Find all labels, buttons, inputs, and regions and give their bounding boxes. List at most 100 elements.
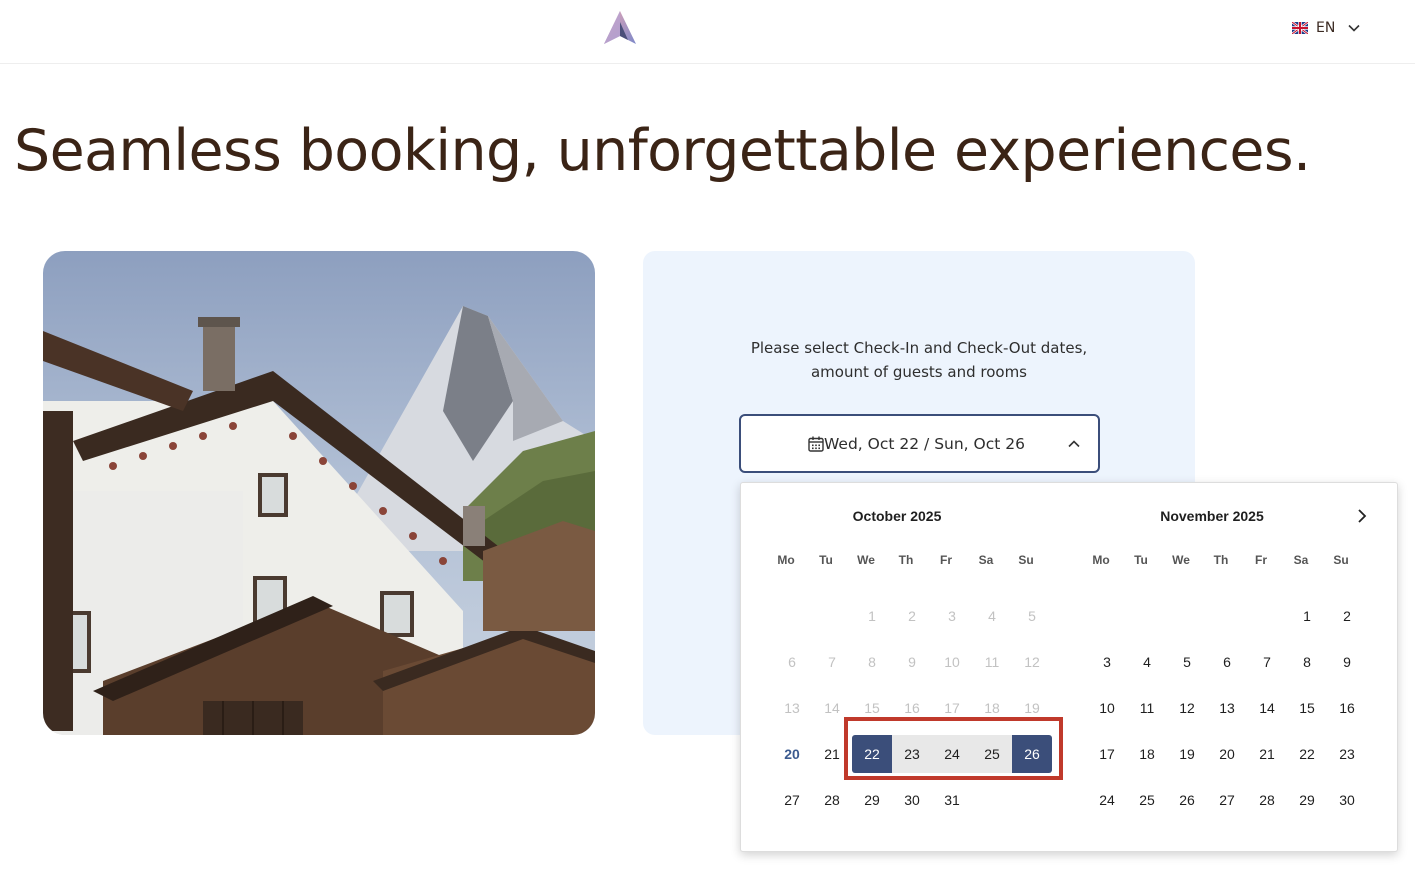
day-cell[interactable]: 4 (1127, 639, 1167, 685)
day-cell: 3 (948, 608, 956, 624)
weekday-label: Mo (1092, 553, 1110, 567)
day-grid: 1 2 3 4 5 6 7 8 9 10 11 12 13 14 15 16 17 18 19 20 21 22 23 24 2… (1087, 593, 1367, 823)
day-cell[interactable]: 17 (1087, 731, 1127, 777)
date-range-field[interactable]: Wed, Oct 22 / Sun, Oct 26 (739, 414, 1100, 473)
day-cell[interactable]: 1 (1287, 593, 1327, 639)
day-cell[interactable]: 28 (1247, 777, 1287, 823)
day-empty (1167, 593, 1207, 639)
day-cell[interactable]: 25 (972, 735, 1012, 773)
month-november: November 2025 Mo Tu We Th Fr Sa Su 1 2 3 4 5 6 7 8 9 10… (1072, 483, 1392, 853)
day-cell[interactable]: 22 (852, 735, 892, 773)
language-selector[interactable]: EN (1292, 18, 1361, 38)
top-header: EN (0, 0, 1415, 64)
day-cell[interactable]: 27 (772, 777, 812, 823)
day-cell[interactable]: 15 (1287, 685, 1327, 731)
next-month-button[interactable] (1351, 505, 1373, 527)
language-label: EN (1316, 20, 1336, 36)
weekday-label: We (1172, 553, 1190, 567)
day-cell[interactable]: 12 (1167, 685, 1207, 731)
weekday-label: Mo (777, 553, 795, 567)
day-cell[interactable]: 19 (1167, 731, 1207, 777)
day-cell: 6 (788, 654, 796, 670)
day-cell[interactable]: 6 (1207, 639, 1247, 685)
day-cell: 10 (944, 654, 960, 670)
weekday-header: Mo Tu We Th Fr Sa Su (1081, 553, 1361, 569)
weekday-label: We (857, 553, 875, 567)
booking-prompt: Please select Check-In and Check-Out dat… (643, 336, 1195, 384)
day-cell[interactable]: 10 (1087, 685, 1127, 731)
weekday-header: Mo Tu We Th Fr Sa Su (766, 553, 1046, 569)
day-empty (1247, 593, 1287, 639)
day-cell[interactable]: 20 (1207, 731, 1247, 777)
day-cell[interactable]: 21 (812, 731, 852, 777)
day-cell: 14 (824, 700, 840, 716)
day-cell[interactable]: 27 (1207, 777, 1247, 823)
day-cell[interactable]: 28 (812, 777, 852, 823)
hero-title: Seamless booking, unforgettable experien… (14, 118, 1311, 184)
booking-prompt-line1: Please select Check-In and Check-Out dat… (750, 339, 1088, 357)
day-cell: 8 (868, 654, 876, 670)
brand-logo-icon[interactable] (602, 10, 638, 46)
day-cell[interactable]: 3 (1087, 639, 1127, 685)
uk-flag-icon (1292, 22, 1308, 34)
day-cell[interactable]: 24 (932, 735, 972, 773)
day-cell[interactable]: 29 (852, 777, 892, 823)
weekday-label: Tu (819, 553, 833, 567)
day-cell: 7 (828, 654, 836, 670)
day-cell[interactable]: 22 (1287, 731, 1327, 777)
day-cell[interactable]: 29 (1287, 777, 1327, 823)
day-cell[interactable]: 8 (1287, 639, 1327, 685)
date-picker-popup: October 2025 Mo Tu We Th Fr Sa Su 1 2 3 4 5 6 7 8 9 10 1… (740, 482, 1398, 852)
weekday-label: Fr (940, 553, 952, 567)
day-cell[interactable]: 23 (1327, 731, 1367, 777)
month-title: October 2025 (852, 508, 942, 524)
day-cell: 13 (784, 700, 800, 716)
calendar-icon (808, 436, 824, 452)
month-october: October 2025 Mo Tu We Th Fr Sa Su 1 2 3 4 5 6 7 8 9 10 1… (757, 483, 1077, 853)
day-cell[interactable]: 24 (1087, 777, 1127, 823)
date-range-value: Wed, Oct 22 / Sun, Oct 26 (824, 434, 1025, 453)
day-cell: 4 (988, 608, 996, 624)
day-cell[interactable]: 5 (1167, 639, 1207, 685)
booking-prompt-line2: amount of guests and rooms (810, 363, 1027, 381)
day-cell: 15 (864, 700, 880, 716)
weekday-label: Su (1018, 553, 1034, 567)
day-empty (1207, 593, 1247, 639)
day-cell: 2 (908, 608, 916, 624)
day-cell[interactable]: 14 (1247, 685, 1287, 731)
chevron-up-icon[interactable] (1067, 437, 1081, 451)
day-cell: 18 (984, 700, 1000, 716)
weekday-label: Sa (1293, 553, 1309, 567)
day-cell[interactable]: 7 (1247, 639, 1287, 685)
day-cell[interactable]: 30 (892, 777, 932, 823)
weekday-label: Th (898, 553, 914, 567)
day-cell[interactable]: 16 (1327, 685, 1367, 731)
weekday-label: Tu (1134, 553, 1148, 567)
day-cell[interactable]: 23 (892, 735, 932, 773)
day-cell[interactable]: 21 (1247, 731, 1287, 777)
day-empty (772, 593, 812, 639)
day-cell[interactable]: 31 (932, 777, 972, 823)
day-cell[interactable]: 9 (1327, 639, 1367, 685)
day-cell[interactable]: 20 (772, 731, 812, 777)
day-cell[interactable]: 11 (1127, 685, 1167, 731)
day-cell[interactable]: 26 (1012, 735, 1052, 773)
weekday-label: Th (1213, 553, 1229, 567)
day-cell[interactable]: 25 (1127, 777, 1167, 823)
day-cell[interactable]: 2 (1327, 593, 1367, 639)
day-cell: 9 (908, 654, 916, 670)
day-cell: 11 (984, 654, 1000, 670)
day-cell[interactable]: 30 (1327, 777, 1367, 823)
day-cell[interactable]: 18 (1127, 731, 1167, 777)
day-grid: 1 2 3 4 5 6 7 8 9 10 11 12 13 14 15 16 17 18 19 20 21 22 23 24 2… (772, 593, 1052, 823)
weekday-label: Sa (978, 553, 994, 567)
day-empty (1127, 593, 1167, 639)
day-cell: 5 (1028, 608, 1036, 624)
weekday-label: Su (1333, 553, 1349, 567)
day-cell[interactable]: 26 (1167, 777, 1207, 823)
day-empty (1087, 593, 1127, 639)
day-cell[interactable]: 13 (1207, 685, 1247, 731)
day-empty (812, 593, 852, 639)
hotel-photo (43, 251, 595, 735)
weekday-label: Fr (1255, 553, 1267, 567)
